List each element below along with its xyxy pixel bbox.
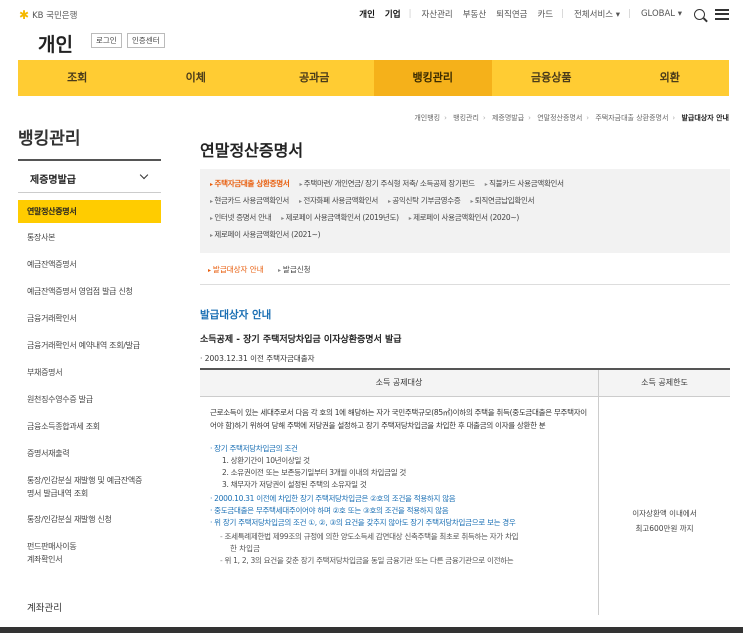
limit-line: 최고600만원 까지 xyxy=(635,524,694,533)
breadcrumb-item[interactable]: 뱅킹관리 xyxy=(453,114,479,122)
sidebar-item-transaction-reservation[interactable]: 금융거래확인서 예약내역 조회/발급 xyxy=(18,341,161,351)
sidebar-item-reissue-request[interactable]: 통장/인감분실 재발행 신청 xyxy=(18,515,161,525)
subtabs: 발급대상자 안내 발급신청 xyxy=(208,264,323,275)
sidebar-item-transaction-confirmation[interactable]: 금융거래확인서 xyxy=(18,314,161,324)
nav-utility[interactable]: 공과금 xyxy=(255,60,374,96)
exception-item: 조세특례제한법 제99조의 규정에 의한 양도소득세 감면대상 신축주택을 최초… xyxy=(210,531,590,543)
tab-debit-card[interactable]: 직불카드 사용금액확인서 xyxy=(485,176,564,193)
breadcrumb-item[interactable]: 연말정산증명서 xyxy=(537,114,582,122)
gnb-global[interactable]: GLOBAL ▾ xyxy=(641,9,682,19)
exception-item: 위 1, 2, 3의 요건을 갖춘 장기 주택저당차입금을 동일 금융기관 또는… xyxy=(210,555,590,567)
sidebar-list: 연말정산증명서 통장사본 예금잔액증명서 예금잔액증명서 영업점 발급 신청 금… xyxy=(18,200,161,565)
sidebar-group-label: 제증명발급 xyxy=(30,175,76,186)
top-header: ✱ KB 국민은행 개인 로그인 인증센터 개인 기업 | 자산관리 부동산 퇴… xyxy=(0,0,743,58)
breadcrumb-item[interactable]: 제증명발급 xyxy=(492,114,524,122)
header-deduction-limit: 소득 공제한도 xyxy=(641,378,688,387)
sidebar-title: 뱅킹관리 xyxy=(18,129,81,149)
tab-housing-loan[interactable]: 주택자금대출 상환증명서 xyxy=(210,176,290,193)
sidebar-account-management[interactable]: 계좌관리 xyxy=(27,600,62,614)
sidebar-item-debt-certificate[interactable]: 부채증명서 xyxy=(18,368,161,378)
page-title: 연말정산증명서 xyxy=(200,141,304,160)
bottom-bar xyxy=(0,627,743,633)
breadcrumb: 개인뱅킹 › 뱅킹관리 › 제증명발급 › 연말정산증명서 › 주택자금대출 상환증명서… xyxy=(414,114,729,122)
divider: | xyxy=(408,9,412,19)
condition-item: 3. 채무자가 저당권이 설정된 주택의 소유자일 것 xyxy=(222,480,367,489)
tab-e-money[interactable]: 전자화폐 사용금액확인서 xyxy=(299,193,378,210)
gnb-business[interactable]: 기업 xyxy=(385,8,401,20)
header-deduction-target: 소득 공제대상 xyxy=(200,370,599,396)
deduction-limit-cell: 이자상환액 이내에서 최고600만원 까지 xyxy=(599,397,730,615)
eligibility-table: 소득 공제대상 소득 공제한도 근로소득이 있는 세대주로서 다음 각 호의 1… xyxy=(200,368,730,615)
gnb-personal[interactable]: 개인 xyxy=(359,8,375,20)
deduction-target-cell: 근로소득이 있는 세대주로서 다음 각 호의 1에 해당하는 자가 국민주택규모… xyxy=(200,397,599,615)
login-button[interactable]: 로그인 xyxy=(91,33,122,48)
tab-cash-card[interactable]: 현금카드 사용금액확인서 xyxy=(210,193,289,210)
sidebar-item-financial-income-tax[interactable]: 금융소득종합과세 조회 xyxy=(18,422,161,432)
nav-banking-management[interactable]: 뱅킹관리 xyxy=(373,60,492,96)
certificate-tabs: 주택자금대출 상환증명서 주택마련/ 개인연금/ 장기 주식형 저축/ 소득공제… xyxy=(200,169,730,253)
gnb-realestate[interactable]: 부동산 xyxy=(463,8,486,20)
sidebar-item-year-end-certificate[interactable]: 연말정산증명서 xyxy=(18,200,161,223)
sidebar-item-account-confirmation[interactable]: 계좌확인서 xyxy=(18,555,161,565)
sidebar-item-bankbook-copy[interactable]: 통장사본 xyxy=(18,233,161,243)
section-title: 발급대상자 안내 xyxy=(200,309,272,321)
note-item: 중도금대출은 무주택세대주이어야 하며 ②호 또는 ③호의 조건을 적용하지 않… xyxy=(210,505,590,517)
kb-star-icon: ✱ xyxy=(19,8,30,22)
sidebar-item-reissue-history[interactable]: 통장/인감분실 재발행 및 예금잔액증 xyxy=(18,476,161,486)
cert-center-button[interactable]: 인증센터 xyxy=(127,33,165,48)
sidebar-item-fund-transfer[interactable]: 펀드판매사이동 xyxy=(18,542,161,552)
section-subtitle: 소득공제 - 장기 주택저당차입금 이자상환증명서 발급 xyxy=(200,335,402,345)
section-note: · 2003.12.31 이전 주택자금대출자 xyxy=(200,354,315,363)
chevron-down-icon xyxy=(139,170,149,180)
divider: | xyxy=(561,9,564,19)
nav-forex[interactable]: 외환 xyxy=(611,60,730,96)
subtab-apply[interactable]: 발급신청 xyxy=(278,265,311,274)
global-nav: 개인 기업 | 자산관리 부동산 퇴직연금 카드 | 전체서비스 ▾ | GLO… xyxy=(349,8,729,20)
sidebar-item-reissue-history-line2[interactable]: 명서 발급내역 조회 xyxy=(18,489,161,499)
tab-zeropay-2020[interactable]: 제로페이 사용금액확인서 (2020~) xyxy=(409,210,519,227)
table-header: 소득 공제대상 소득 공제한도 xyxy=(200,370,730,397)
sidebar-item-withholding-receipt[interactable]: 원천징수영수증 발급 xyxy=(18,395,161,405)
exception-item-cont: 한 차입금 xyxy=(230,544,260,553)
sidebar-item-reprint[interactable]: 증명서재출력 xyxy=(18,449,161,459)
divider: | xyxy=(628,9,631,19)
tab-internet-guide[interactable]: 인터넷 증명서 안내 xyxy=(210,210,271,227)
nav-products[interactable]: 금융상품 xyxy=(492,60,611,96)
tab-zeropay-2019[interactable]: 제로페이 사용금액확인서 (2019년도) xyxy=(281,210,399,227)
gnb-all-services[interactable]: 전체서비스 ▾ xyxy=(574,8,620,20)
brand-name: KB 국민은행 xyxy=(32,11,78,21)
breadcrumb-item[interactable]: 주택자금대출 상환증명서 xyxy=(595,114,668,122)
tab-public-trust[interactable]: 공익신탁 기부금영수증 xyxy=(388,193,460,210)
table-row: 근로소득이 있는 세대주로서 다음 각 호의 1에 해당하는 자가 국민주택규모… xyxy=(200,397,730,615)
eligibility-intro: 근로소득이 있는 세대주로서 다음 각 호의 1에 해당하는 자가 국민주택규모… xyxy=(210,408,587,430)
condition-item: 1. 상환기간이 10년이상일 것 xyxy=(222,456,310,465)
search-icon[interactable] xyxy=(694,8,705,20)
nav-transfer[interactable]: 이체 xyxy=(137,60,256,96)
sidebar-group-toggle[interactable]: 제증명발급 xyxy=(18,159,161,193)
section-title: 개인 xyxy=(38,34,73,56)
sidebar-item-balance-branch-request[interactable]: 예금잔액증명서 영업점 발급 신청 xyxy=(18,287,161,297)
tab-savings[interactable]: 주택마련/ 개인연금/ 장기 주식형 저축/ 소득공제 장기펀드 xyxy=(299,176,475,193)
menu-icon[interactable] xyxy=(715,8,729,20)
kb-logo[interactable]: ✱ KB 국민은행 xyxy=(19,9,77,21)
condition-item: 2. 소유권이전 또는 보존등기일부터 3개월 이내의 차입금일 것 xyxy=(222,468,407,477)
condition-title: 장기 주택저당차입금의 조건 xyxy=(210,443,590,455)
sidebar-item-balance-certificate[interactable]: 예금잔액증명서 xyxy=(18,260,161,270)
gnb-card[interactable]: 카드 xyxy=(537,8,553,20)
note-item: 위 장기 주택저당차입금의 조건 ①, ②, ③의 요건을 갖추지 않아도 장기… xyxy=(210,517,590,529)
divider xyxy=(200,284,730,285)
breadcrumb-item[interactable]: 개인뱅킹 xyxy=(414,114,440,122)
subtab-guide[interactable]: 발급대상자 안내 xyxy=(208,265,264,274)
gnb-pension[interactable]: 퇴직연금 xyxy=(496,8,527,20)
tab-pension[interactable]: 퇴직연금납입확인서 xyxy=(470,193,535,210)
breadcrumb-current: 발급대상자 안내 xyxy=(681,114,729,122)
note-item: 2000.10.31 이전에 차입한 장기 주택저당차입금은 ②호의 조건을 적… xyxy=(210,493,590,505)
gnb-asset[interactable]: 자산관리 xyxy=(421,8,452,20)
tab-zeropay-2021[interactable]: 제로페이 사용금액확인서 (2021~) xyxy=(210,227,320,244)
main-nav: 조회 이체 공과금 뱅킹관리 금융상품 외환 xyxy=(18,60,729,96)
nav-inquiry[interactable]: 조회 xyxy=(18,60,137,96)
limit-line: 이자상환액 이내에서 xyxy=(632,509,697,518)
